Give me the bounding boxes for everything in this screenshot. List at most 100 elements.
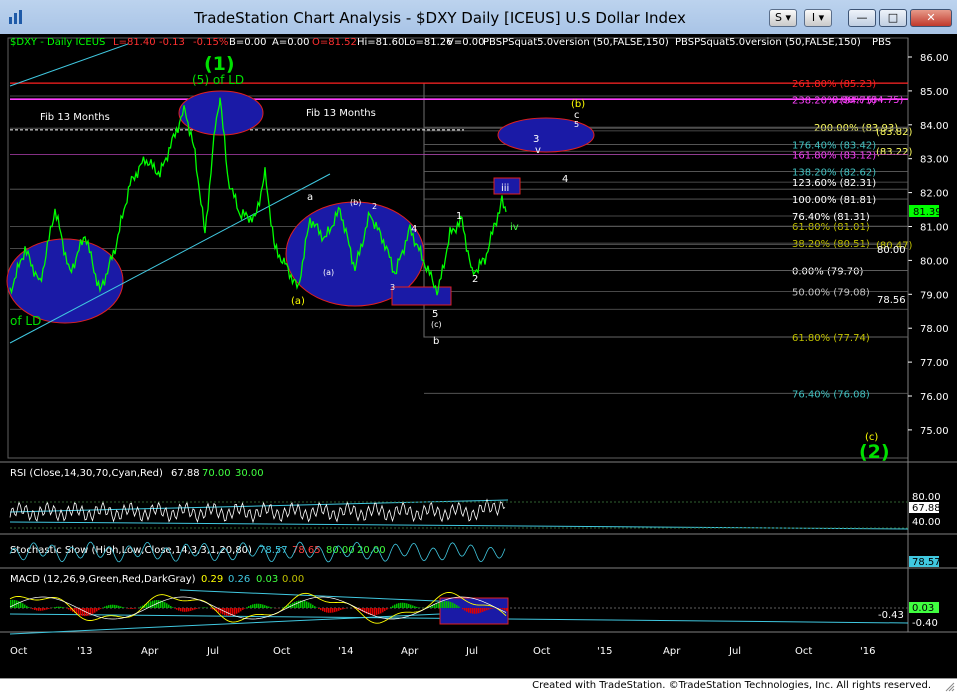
resize-grip-icon[interactable] [945,682,955,692]
wave-4-small-label: 4 [411,224,417,235]
wave-annotations: (1) (5) of LD of LD Fib 13 Months Fib 13… [10,53,890,463]
close-button[interactable]: ✕ [910,9,952,27]
macd-hist-bar [456,605,458,608]
macd-hist-bar [58,607,60,608]
price-axis-tick: 76.00 [920,392,949,403]
macd-hist-bar [232,608,234,615]
rsi-label: RSI (Close,14,30,70,Cyan,Red) [10,468,163,479]
macd-hist-bar [60,607,62,608]
macd-hist-bar [390,607,392,608]
macd-hist-bar [226,608,228,616]
time-axis-tick: Jul [465,646,478,657]
macd-hist-bar [270,607,272,608]
fib-label: (83.22) [876,147,913,158]
macd-hist-bar [110,605,112,608]
macd-hist-bar [340,608,342,610]
fib-levels: 261.80% (85.23)238.20% (84.75)0.00% (84.… [10,79,913,400]
macd-hist-bar [244,608,246,609]
rsi-ob: 70.00 [202,468,231,479]
time-axis-tick: Oct [10,646,27,657]
wave-c5-label: 5 [574,120,579,129]
symbol-link-dropdown[interactable]: S ▾ [769,9,797,27]
time-axis-tick: Apr [663,646,681,657]
maximize-button[interactable]: □ [879,9,907,27]
wave-2-big-label: (2) [859,441,890,463]
macd-hist-bar [474,608,476,614]
minimize-button[interactable]: — [848,9,876,27]
macd-hist-bar [472,608,474,614]
macd-hist-bar [36,608,38,610]
macd-hist-bar [298,601,300,608]
macd-hist-bar [402,603,404,608]
macd-hist-bar [324,608,326,612]
macd-hist-bar [482,608,484,612]
fib-label: 61.80% (81.01) [792,222,870,233]
macd-hist-bar [170,606,172,608]
ellipse-target [498,118,594,152]
macd-hist-bar [504,608,506,610]
macd-hist-bar [338,608,340,611]
chart-area[interactable]: $DXY - Daily ICEUS L=81.40 -0.13 -0.15% … [0,34,957,678]
macd-hist-bar [314,606,316,608]
study-label-2: PBSPSquat5.0version (50,FALSE,150) [675,37,861,48]
macd-hist-bar [326,608,328,612]
macd-hist-bar [248,606,250,608]
status-footer: Created with TradeStation. ©TradeStation… [0,678,957,694]
fib-label: 261.80% (85.23) [792,79,876,90]
macd-hist-bar [484,608,486,611]
fib13-label-b: Fib 13 Months [306,108,376,119]
macd-hist-bar [396,604,398,608]
macd-hist-bar [264,605,266,608]
macd-hist-bar [92,608,94,614]
symbol-label: $DXY - Daily ICEUS [10,37,105,48]
macd-hist-bar [486,608,488,610]
macd-hist-bar [140,607,142,608]
rsi-pane: RSI (Close,14,30,70,Cyan,Red) 67.88 70.0… [10,468,941,529]
wave-2-small-label: 2 [372,202,377,211]
macd-hist-bar [470,608,472,613]
macd-hist-bar [194,608,196,610]
macd-hist-bar [312,605,314,608]
macd-hist-bar [138,607,140,608]
interval-link-dropdown[interactable]: I ▾ [804,9,832,27]
price-axis-tick: 75.00 [920,426,949,437]
macd-hist-bar [256,604,258,608]
time-axis-tick: Oct [273,646,290,657]
header-info: $DXY - Daily ICEUS L=81.40 -0.13 -0.15% … [10,37,891,48]
macd-hist-bar [452,603,454,608]
macd-hist-bar [478,608,480,613]
macd-hist-bar [28,607,30,608]
macd-hist-bar [84,608,86,616]
wave-iii-label: iii [501,183,509,194]
macd-hist-bar [330,608,332,613]
macd-label: MACD (12,26,9,Green,Red,DarkGray) [10,574,196,585]
dropdown-s-label: S [775,11,782,24]
macd-hist-bar [458,606,460,608]
macd-hist-bar [336,608,338,611]
macd-hist-bar [182,608,184,612]
price-tag-7856: 78.56 [877,295,906,306]
macd-hist-bar [32,608,34,609]
chart-svg[interactable]: $DXY - Daily ICEUS L=81.40 -0.13 -0.15% … [0,34,957,678]
time-axis: Oct'13AprJulOct'14AprJulOct'15AprJulOct'… [10,646,875,657]
macd-hist-bar [506,608,508,611]
wave-1-label: (1) [204,53,235,75]
macd-hist-bar [342,608,344,609]
time-axis-tick: '16 [860,646,875,657]
macd-hist-bar [334,608,336,612]
price-axis-tick: 80.00 [920,256,949,267]
macd-hist-bar [266,606,268,608]
macd-hist-bar [296,601,298,608]
macd-hist-bar [190,608,192,611]
wave-3-target-label: 3 [533,134,539,145]
macd-hist-bar [20,602,22,608]
wave-a-paren-label: (a) [291,296,305,307]
fib-label: 161.80% (83.12) [792,151,876,162]
macd-hist-bar [344,608,346,609]
rsi-series [10,500,505,522]
macd-hist-bar [442,601,444,608]
macd-hist-bar [34,608,36,610]
macd-hist-bar [164,602,166,608]
study-label-3: PBS [872,37,891,48]
rsi-os: 30.00 [235,468,264,479]
